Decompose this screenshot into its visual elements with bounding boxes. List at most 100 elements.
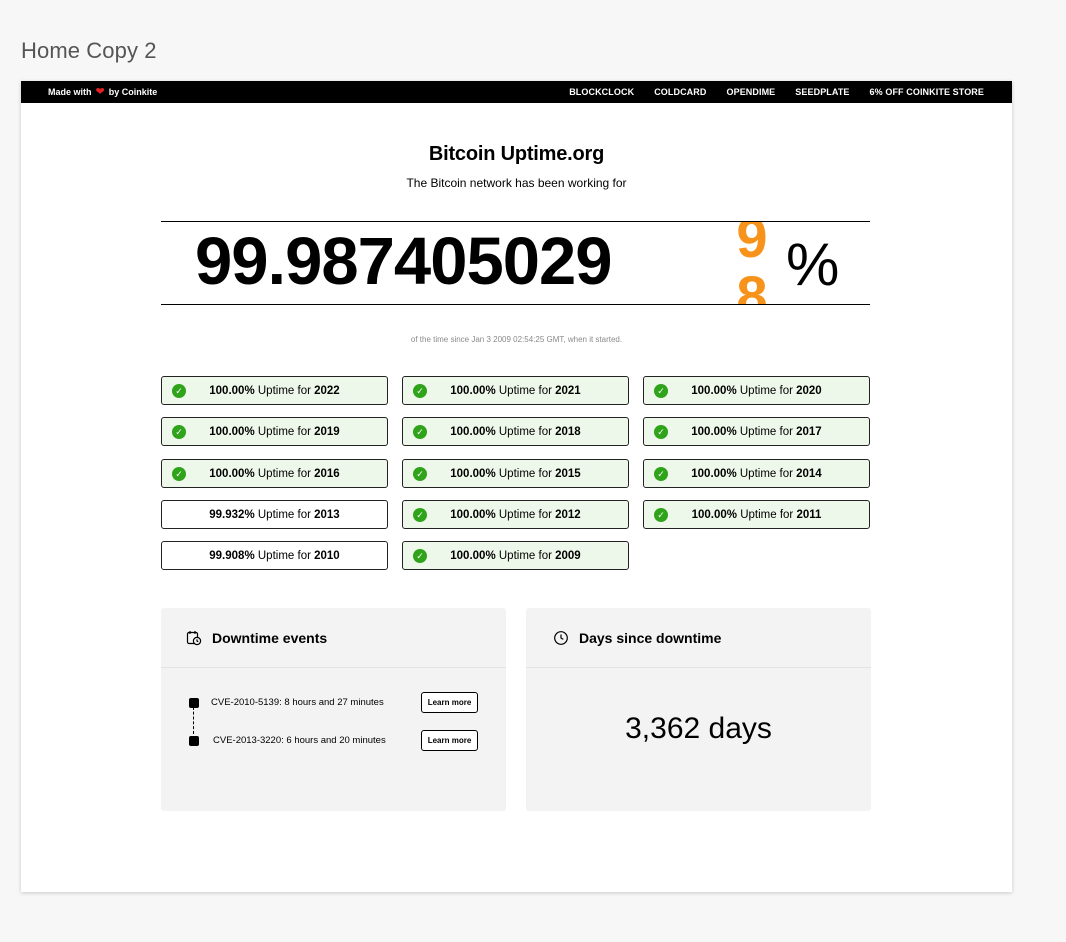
- year-uptime-text: 100.00% Uptime for 2011: [692, 509, 822, 521]
- uptime-year: 2019: [314, 425, 340, 438]
- nav-link-seedplate[interactable]: SEEDPLATE: [795, 87, 849, 97]
- uptime-year: 2020: [796, 384, 822, 397]
- year-uptime-text: 100.00% Uptime for 2021: [450, 385, 580, 397]
- year-uptime-text: 100.00% Uptime for 2014: [691, 468, 821, 480]
- uptime-year: 2016: [314, 467, 340, 480]
- uptime-label: Uptime for: [498, 549, 552, 562]
- check-circle-icon: ✓: [413, 508, 427, 522]
- heart-icon: ❤: [95, 85, 105, 98]
- page-artboard: Made with ❤ by Coinkite BLOCKCLOCK COLDC…: [21, 81, 1012, 892]
- top-bar: Made with ❤ by Coinkite BLOCKCLOCK COLDC…: [21, 81, 1012, 103]
- check-circle-icon: ✓: [654, 467, 668, 481]
- uptime-label: Uptime for: [498, 467, 552, 480]
- year-uptime-text: 99.932% Uptime for 2013: [209, 509, 339, 521]
- uptime-year: 2013: [314, 508, 340, 521]
- uptime-year: 2011: [796, 508, 822, 521]
- year-card-2016: ✓ 100.00% Uptime for 2016: [161, 459, 388, 488]
- downtime-events-card: Downtime events CVE-2010-5139: 8 hours a…: [161, 608, 506, 811]
- year-uptime-text: 100.00% Uptime for 2018: [450, 426, 580, 438]
- uptime-value: 100.00%: [450, 508, 496, 521]
- check-circle-icon: ✓: [413, 467, 427, 481]
- year-card-2014: ✓ 100.00% Uptime for 2014: [643, 459, 870, 488]
- year-card-2013: 99.932% Uptime for 2013: [161, 500, 388, 529]
- learn-more-button[interactable]: Learn more: [421, 730, 478, 751]
- uptime-value: 100.00%: [691, 508, 737, 521]
- calendar-clock-icon: [186, 630, 202, 646]
- uptime-label: Uptime for: [257, 425, 311, 438]
- percent-sign: %: [786, 231, 840, 298]
- uptime-value: 99.908%: [209, 549, 255, 562]
- year-card-2012: ✓ 100.00% Uptime for 2012: [402, 500, 629, 529]
- year-card-2022: ✓ 100.00% Uptime for 2022: [161, 376, 388, 405]
- year-uptime-text: 100.00% Uptime for 2015: [450, 468, 580, 480]
- downtime-event-row: CVE-2013-3220: 6 hours and 20 minutes Le…: [161, 730, 506, 752]
- year-uptime-text: 100.00% Uptime for 2016: [209, 468, 339, 480]
- uptime-value: 100.00%: [691, 384, 737, 397]
- downtime-events-title: Downtime events: [212, 629, 328, 646]
- uptime-label: Uptime for: [739, 467, 793, 480]
- uptime-year: 2021: [555, 384, 581, 397]
- uptime-year: 2010: [314, 549, 340, 562]
- timeline-dot: [189, 736, 199, 746]
- year-uptime-text: 100.00% Uptime for 2019: [209, 426, 339, 438]
- check-circle-icon: ✓: [172, 467, 186, 481]
- check-circle-icon: ✓: [413, 549, 427, 563]
- by-coinkite-label: by Coinkite: [108, 87, 158, 97]
- year-card-2020: ✓ 100.00% Uptime for 2020: [643, 376, 870, 405]
- uptime-value: 100.00%: [691, 425, 737, 438]
- downtime-events-header: Downtime events: [161, 608, 506, 668]
- uptime-value: 100.00%: [450, 549, 496, 562]
- clock-icon: [553, 630, 569, 646]
- year-card-2015: ✓ 100.00% Uptime for 2015: [402, 459, 629, 488]
- year-uptime-text: 100.00% Uptime for 2009: [450, 550, 580, 562]
- uptime-value: 100.00%: [209, 467, 255, 480]
- downtime-event-row: CVE-2010-5139: 8 hours and 27 minutes Le…: [161, 692, 506, 714]
- nav-link-blockclock[interactable]: BLOCKCLOCK: [569, 87, 634, 97]
- timeline-dot: [189, 698, 199, 708]
- year-card-2011: ✓ 100.00% Uptime for 2011: [643, 500, 870, 529]
- uptime-label: Uptime for: [257, 549, 311, 562]
- uptime-year: 2014: [796, 467, 822, 480]
- uptime-value: 100.00%: [691, 467, 737, 480]
- nav-link-coinkite-store[interactable]: 6% OFF COINKITE STORE: [870, 87, 984, 97]
- made-with-credit[interactable]: Made with ❤ by Coinkite: [48, 81, 157, 103]
- site-title: Bitcoin Uptime.org: [428, 143, 605, 165]
- uptime-value: 100.00%: [209, 384, 255, 397]
- made-with-label: Made with: [48, 87, 92, 97]
- frame-title: Home Copy 2: [21, 38, 157, 63]
- uptime-label: Uptime for: [740, 508, 794, 521]
- uptime-label: Uptime for: [498, 425, 552, 438]
- uptime-label: Uptime for: [257, 467, 311, 480]
- uptime-year: 2009: [555, 549, 581, 562]
- year-uptime-text: 100.00% Uptime for 2022: [209, 385, 339, 397]
- uptime-label: Uptime for: [739, 384, 793, 397]
- learn-more-button[interactable]: Learn more: [421, 692, 478, 713]
- uptime-year: 2012: [555, 508, 581, 521]
- check-circle-icon: ✓: [413, 425, 427, 439]
- uptime-year: 2022: [314, 384, 340, 397]
- check-circle-icon: ✓: [172, 425, 186, 439]
- check-circle-icon: ✓: [172, 384, 186, 398]
- check-circle-icon: ✓: [654, 425, 668, 439]
- days-since-title: Days since downtime: [579, 629, 722, 646]
- uptime-value: 100.00%: [209, 425, 255, 438]
- since-caption: of the time since Jan 3 2009 02:54:25 GM…: [410, 335, 623, 344]
- nav-link-coldcard[interactable]: COLDCARD: [654, 87, 706, 97]
- year-uptime-text: 100.00% Uptime for 2017: [691, 426, 821, 438]
- rolling-digit-lower: 8: [736, 264, 768, 305]
- check-circle-icon: ✓: [654, 508, 668, 522]
- nav-link-opendime[interactable]: OPENDIME: [726, 87, 775, 97]
- uptime-year: 2017: [796, 425, 822, 438]
- uptime-percentage: 99.987405029: [195, 224, 612, 299]
- year-card-2019: ✓ 100.00% Uptime for 2019: [161, 417, 388, 446]
- site-subtitle: The Bitcoin network has been working for: [406, 176, 627, 190]
- rolling-digit-upper: 9: [736, 222, 768, 269]
- uptime-label: Uptime for: [739, 425, 793, 438]
- uptime-year: 2018: [555, 425, 581, 438]
- uptime-value: 100.00%: [450, 384, 496, 397]
- uptime-display: 99.987405029 9 8 %: [161, 222, 870, 304]
- downtime-event-text: CVE-2013-3220: 6 hours and 20 minutes: [213, 735, 386, 746]
- year-card-2010: 99.908% Uptime for 2010: [161, 541, 388, 570]
- days-since-header: Days since downtime: [526, 608, 871, 668]
- uptime-value: 100.00%: [450, 425, 496, 438]
